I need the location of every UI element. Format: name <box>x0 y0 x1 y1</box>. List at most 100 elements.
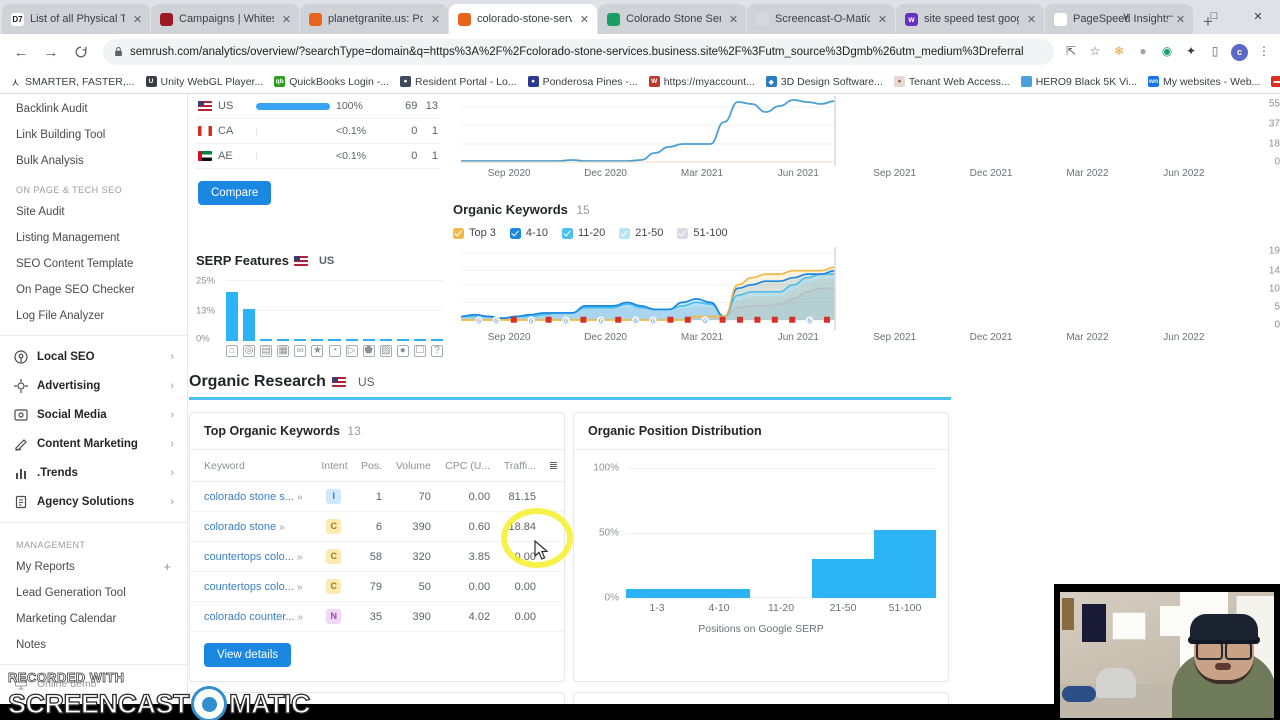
checkbox-icon[interactable] <box>509 227 521 239</box>
column-header[interactable]: Volume <box>387 450 437 482</box>
sidebar-item-local-seo[interactable]: Local SEO › <box>0 342 187 371</box>
keyword-cell[interactable]: colorado stone» <box>190 511 314 542</box>
window-maximize-button[interactable]: □ <box>1192 10 1236 22</box>
keyword-cell[interactable]: colorado stone s...» <box>190 481 314 512</box>
share-icon[interactable]: ⇱ <box>1063 44 1079 60</box>
keyword-legend-item[interactable]: 21-50 <box>619 227 663 239</box>
browser-tab[interactable]: colorado-stone-services.b ✕ <box>449 4 597 34</box>
sidebar-item-online-demo[interactable]: Online demo <box>0 671 187 696</box>
checkbox-icon[interactable] <box>453 227 464 239</box>
sidebar-item-backlink-audit[interactable]: Backlink Audit <box>0 96 187 122</box>
column-header[interactable]: Pos. <box>353 450 388 482</box>
keyword-legend-item[interactable]: 4-10 <box>509 227 548 239</box>
keyword-cell[interactable]: countertops colo...» <box>190 571 314 602</box>
tab-close-icon[interactable]: ✕ <box>1025 13 1038 26</box>
extension-pin-icon[interactable]: ✦ <box>1183 44 1199 60</box>
faq-icon[interactable]: ☐ <box>413 345 426 357</box>
bookmark-item[interactable]: ● Resident Portal - Lo... <box>396 75 521 89</box>
back-icon[interactable]: ← <box>8 39 34 65</box>
sidebar-item-on-page-seo-checker[interactable]: On Page SEO Checker <box>0 277 187 303</box>
bookmark-item[interactable]: ● Ponderosa Pines -... <box>524 75 642 89</box>
browser-tab[interactable]: Campaigns | Whitespark L ✕ <box>151 4 299 34</box>
expand-icon[interactable]: » <box>298 612 304 623</box>
browser-tab[interactable]: planetgranite.us: Position ✕ <box>300 4 448 34</box>
distribution-bar[interactable] <box>812 559 874 598</box>
sidebar-item-lead-generation-tool[interactable]: Lead Generation Tool <box>0 580 187 606</box>
sidebar-item--trends[interactable]: .Trends › <box>0 458 187 487</box>
sidebar-item-log-file-analyzer[interactable]: Log File Analyzer <box>0 303 187 329</box>
checkbox-icon[interactable] <box>561 227 573 239</box>
keyword-legend-item[interactable]: 51-100 <box>677 227 728 239</box>
view-details-button[interactable]: View details <box>204 643 292 667</box>
bookmark-item[interactable]: 人 SMARTER, FASTER,... <box>6 75 139 89</box>
keyword-link[interactable]: countertops colo... <box>204 581 294 593</box>
keyword-link[interactable]: colorado counter... <box>204 611 295 623</box>
tab-close-icon[interactable]: ✕ <box>280 13 293 26</box>
browser-menu-icon[interactable]: ⋮ <box>1256 44 1272 60</box>
images-icon[interactable]: ▨ <box>379 345 392 357</box>
add-report-icon[interactable]: + <box>163 559 171 575</box>
keyword-legend-item[interactable]: Top 3 <box>453 227 496 239</box>
knowledge-panel-icon[interactable]: ? <box>430 345 443 357</box>
table-row[interactable]: colorado stone» C 6 390 0.60 18.84 <box>190 511 564 542</box>
sidebar-item-my-reports[interactable]: My Reports + <box>0 554 187 580</box>
table-row[interactable]: AE <0.1% 0 1 <box>196 143 440 169</box>
checkbox-icon[interactable] <box>619 227 631 239</box>
sitelinks-icon[interactable]: ▤ <box>260 345 273 357</box>
sidebar-item-seo-content-template[interactable]: SEO Content Template <box>0 251 187 277</box>
tab-close-icon[interactable]: ✕ <box>578 13 591 26</box>
window-close-button[interactable]: ✕ <box>1236 10 1280 23</box>
browser-tab[interactable]: Screencast-O-Matic - ✕ <box>747 4 895 34</box>
table-row[interactable]: colorado stone s...» I 1 70 0.00 81.15 <box>190 481 564 512</box>
bookmark-item[interactable]: HERO9 Black 5K Vi... <box>1017 75 1141 89</box>
table-row[interactable]: colorado counter...» N 35 390 4.02 0.00 <box>190 601 564 632</box>
extension-green-icon[interactable]: ◉ <box>1159 44 1175 60</box>
column-header[interactable]: Keyword <box>190 450 314 482</box>
column-header[interactable]: CPC (U... <box>436 450 497 482</box>
video-carousel-icon[interactable]: ● <box>396 345 409 357</box>
bookmark-item[interactable]: U Unity WebGL Player... <box>142 75 268 89</box>
distribution-bar[interactable] <box>626 588 688 598</box>
expand-icon[interactable]: » <box>297 492 303 503</box>
browser-tab[interactable]: D7 List of all Physical Therapi ✕ <box>2 4 150 34</box>
bookmark-item[interactable]: qb QuickBooks Login -... <box>270 75 393 89</box>
distribution-bar[interactable] <box>688 588 750 598</box>
expand-icon[interactable]: » <box>297 552 303 563</box>
table-row[interactable]: countertops colo...» C 58 320 3.85 0.00 <box>190 541 564 572</box>
keyword-link[interactable]: colorado stone <box>204 521 276 533</box>
expand-icon[interactable]: » <box>297 582 303 593</box>
video-icon[interactable]: ▷ <box>345 345 358 357</box>
sidebar-item-site-audit[interactable]: Site Audit <box>0 199 187 225</box>
tab-close-icon[interactable]: ✕ <box>429 13 442 26</box>
bookmark-item[interactable]: ● Tenant Web Access... <box>890 75 1014 89</box>
extension-gray-icon[interactable]: ● <box>1135 44 1151 60</box>
keyword-cell[interactable]: countertops colo...» <box>190 541 314 572</box>
tab-close-icon[interactable]: ✕ <box>131 13 144 26</box>
table-row[interactable]: CA <0.1% 0 1 <box>196 118 440 144</box>
sidebar-item-marketing-calendar[interactable]: Marketing Calendar <box>0 606 187 632</box>
browser-tab[interactable]: w site speed test google - Y ✕ <box>896 4 1044 34</box>
keyword-link[interactable]: countertops colo... <box>204 551 294 563</box>
sidepanel-icon[interactable]: ▯ <box>1207 44 1223 60</box>
address-bar[interactable]: semrush.com/analytics/overview/?searchTy… <box>103 39 1054 65</box>
bookmark-item[interactable]: ◆ 3D Design Software... <box>762 75 887 89</box>
checkbox-icon[interactable] <box>677 227 689 239</box>
local-pack-icon[interactable]: ⌂ <box>226 345 239 357</box>
related-links-icon[interactable]: ∞ <box>294 345 307 357</box>
sidebar-item-notes[interactable]: Notes <box>0 632 187 658</box>
table-row[interactable]: US 100% 69 13 <box>196 94 440 119</box>
place-results-icon[interactable]: ◎ <box>243 345 256 357</box>
distribution-bar[interactable] <box>874 530 936 598</box>
bookmark-star-icon[interactable]: ☆ <box>1087 44 1103 60</box>
tab-close-icon[interactable]: ✕ <box>876 13 889 26</box>
column-header[interactable]: Intent <box>313 450 354 482</box>
reload-icon[interactable] <box>68 39 94 65</box>
sidebar-item-bulk-analysis[interactable]: Bulk Analysis <box>0 148 187 174</box>
bookmark-item[interactable]: Whttps://myaccount... <box>645 75 759 89</box>
sidebar-item-link-building-tool[interactable]: Link Building Tool <box>0 122 187 148</box>
extension-puzzle-icon[interactable]: ❄ <box>1111 44 1127 60</box>
featured-snippet-icon[interactable]: ⬟ <box>362 345 375 357</box>
sidebar-item-social-media[interactable]: Social Media › <box>0 400 187 429</box>
bookmark-item[interactable]: wn My websites - Web... <box>1144 75 1264 89</box>
keyword-cell[interactable]: colorado counter...» <box>190 601 314 632</box>
